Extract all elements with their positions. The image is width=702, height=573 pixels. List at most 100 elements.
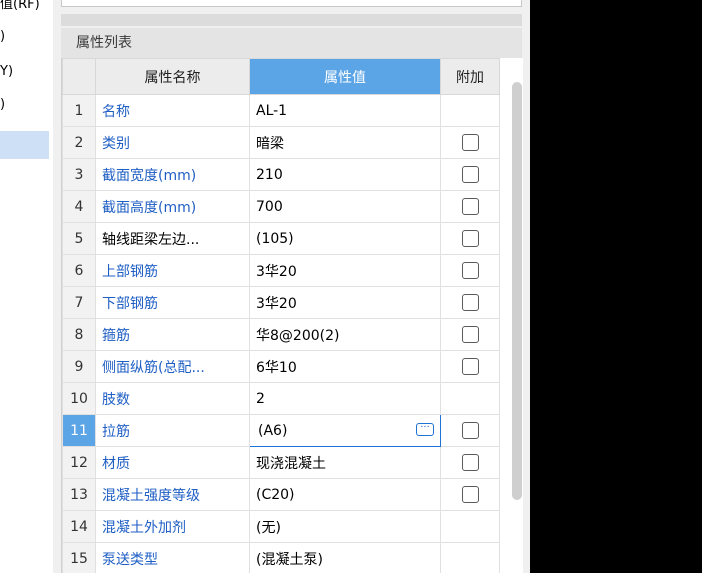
property-name[interactable]: 箍筋 xyxy=(95,318,250,351)
add-checkbox[interactable] xyxy=(461,230,479,247)
add-checkbox[interactable] xyxy=(461,486,479,503)
table-row[interactable]: 5 轴线距梁左边... (105) xyxy=(62,222,500,255)
add-checkbox[interactable] xyxy=(461,262,479,279)
property-value[interactable]: 700 xyxy=(249,190,441,223)
add-checkbox[interactable] xyxy=(461,326,479,343)
add-checkbox[interactable] xyxy=(461,422,479,439)
top-input-box[interactable] xyxy=(61,0,522,7)
table-row[interactable]: 12 材质 现浇混凝土 xyxy=(62,446,500,479)
add-cell xyxy=(440,446,500,479)
property-name[interactable]: 名称 xyxy=(95,94,250,127)
row-index[interactable]: 8 xyxy=(62,318,96,351)
property-value[interactable]: AL-1 xyxy=(249,94,441,127)
table-row[interactable]: 3 截面宽度(mm) 210 xyxy=(62,158,500,191)
property-value[interactable]: 210 xyxy=(249,158,441,191)
column-header-name[interactable]: 属性名称 xyxy=(95,58,250,95)
vertical-scrollbar-thumb[interactable] xyxy=(512,82,522,500)
property-name[interactable]: 上部钢筋 xyxy=(95,254,250,287)
add-checkbox[interactable] xyxy=(461,134,479,151)
row-index[interactable]: 10 xyxy=(62,382,96,415)
row-index[interactable]: 13 xyxy=(62,478,96,511)
add-checkbox[interactable] xyxy=(461,294,479,311)
blank-area xyxy=(530,0,702,573)
row-index[interactable]: 6 xyxy=(62,254,96,287)
property-name[interactable]: 截面高度(mm) xyxy=(95,190,250,223)
add-cell xyxy=(440,414,500,447)
table-header-row: 属性名称 属性值 附加 xyxy=(62,58,500,95)
add-cell xyxy=(440,126,500,159)
column-header-add[interactable]: 附加 xyxy=(440,58,500,95)
table-row[interactable]: 2 类别 暗梁 xyxy=(62,126,500,159)
add-cell xyxy=(440,350,500,383)
row-index[interactable]: 5 xyxy=(62,222,96,255)
row-index[interactable]: 15 xyxy=(62,542,96,573)
property-value[interactable]: 暗梁 xyxy=(249,126,441,159)
property-value[interactable]: (A6) ··· xyxy=(249,414,441,447)
property-name[interactable]: 泵送类型 xyxy=(95,542,250,573)
tree-item[interactable]: Y) xyxy=(0,62,13,82)
property-grid: 属性名称 属性值 附加 1 名称 AL-1 2 类别 暗梁 3 截面宽度(mm) 210 4 截面高… xyxy=(61,58,523,573)
tree-item-selected[interactable] xyxy=(0,131,49,159)
table-row[interactable]: 13 混凝土强度等级 (C20) xyxy=(62,478,500,511)
row-index[interactable]: 9 xyxy=(62,350,96,383)
table-row[interactable]: 11 拉筋 (A6) ··· xyxy=(62,414,500,447)
row-index[interactable]: 3 xyxy=(62,158,96,191)
add-cell xyxy=(440,542,500,573)
tree-item[interactable]: ) xyxy=(0,27,5,47)
property-value[interactable]: 2 xyxy=(249,382,441,415)
property-name[interactable]: 材质 xyxy=(95,446,250,479)
property-value-text[interactable]: (A6) xyxy=(258,423,287,439)
row-index[interactable]: 2 xyxy=(62,126,96,159)
property-value[interactable]: (C20) xyxy=(249,478,441,511)
add-cell xyxy=(440,94,500,127)
property-name[interactable]: 轴线距梁左边... xyxy=(95,222,250,255)
property-panel: 属性列表 属性名称 属性值 附加 1 名称 AL-1 2 类别 暗梁 3 截面宽度(mm) 21… xyxy=(53,0,530,573)
property-value[interactable]: 华8@200(2) xyxy=(249,318,441,351)
table-row[interactable]: 1 名称 AL-1 xyxy=(62,94,500,127)
add-cell xyxy=(440,318,500,351)
add-checkbox[interactable] xyxy=(461,454,479,471)
table-row[interactable]: 10 肢数 2 xyxy=(62,382,500,415)
table-row[interactable]: 7 下部钢筋 3华20 xyxy=(62,286,500,319)
add-cell xyxy=(440,190,500,223)
table-row[interactable]: 4 截面高度(mm) 700 xyxy=(62,190,500,223)
add-cell xyxy=(440,222,500,255)
tree-item[interactable]: 值(RF) xyxy=(0,0,40,15)
property-name[interactable]: 拉筋 xyxy=(95,414,250,447)
property-name[interactable]: 混凝土外加剂 xyxy=(95,510,250,543)
tree-item[interactable]: ) xyxy=(0,95,5,115)
add-checkbox[interactable] xyxy=(461,358,479,375)
row-index[interactable]: 11 xyxy=(62,414,96,447)
panel-title: 属性列表 xyxy=(61,28,522,58)
table-row[interactable]: 9 侧面纵筋(总配... 6华10 xyxy=(62,350,500,383)
table-row[interactable]: 14 混凝土外加剂 (无) xyxy=(62,510,500,543)
row-index[interactable]: 1 xyxy=(62,94,96,127)
row-index[interactable]: 7 xyxy=(62,286,96,319)
add-cell xyxy=(440,478,500,511)
row-index[interactable]: 14 xyxy=(62,510,96,543)
table-row[interactable]: 15 泵送类型 (混凝土泵) xyxy=(62,542,500,573)
column-header-value[interactable]: 属性值 xyxy=(249,58,441,95)
property-value[interactable]: 3华20 xyxy=(249,254,441,287)
property-name[interactable]: 截面宽度(mm) xyxy=(95,158,250,191)
add-cell xyxy=(440,158,500,191)
table-row[interactable]: 6 上部钢筋 3华20 xyxy=(62,254,500,287)
property-value[interactable]: 3华20 xyxy=(249,286,441,319)
add-checkbox[interactable] xyxy=(461,198,479,215)
property-name[interactable]: 肢数 xyxy=(95,382,250,415)
property-name[interactable]: 混凝土强度等级 xyxy=(95,478,250,511)
add-cell xyxy=(440,286,500,319)
property-value[interactable]: 现浇混凝土 xyxy=(249,446,441,479)
property-name[interactable]: 类别 xyxy=(95,126,250,159)
property-name[interactable]: 侧面纵筋(总配... xyxy=(95,350,250,383)
property-value[interactable]: 6华10 xyxy=(249,350,441,383)
more-options-icon[interactable]: ··· xyxy=(416,423,434,436)
property-value[interactable]: (无) xyxy=(249,510,441,543)
table-row[interactable]: 8 箍筋 华8@200(2) xyxy=(62,318,500,351)
property-name[interactable]: 下部钢筋 xyxy=(95,286,250,319)
property-value[interactable]: (105) xyxy=(249,222,441,255)
row-index[interactable]: 4 xyxy=(62,190,96,223)
add-checkbox[interactable] xyxy=(461,166,479,183)
row-index[interactable]: 12 xyxy=(62,446,96,479)
property-value[interactable]: (混凝土泵) xyxy=(249,542,441,573)
